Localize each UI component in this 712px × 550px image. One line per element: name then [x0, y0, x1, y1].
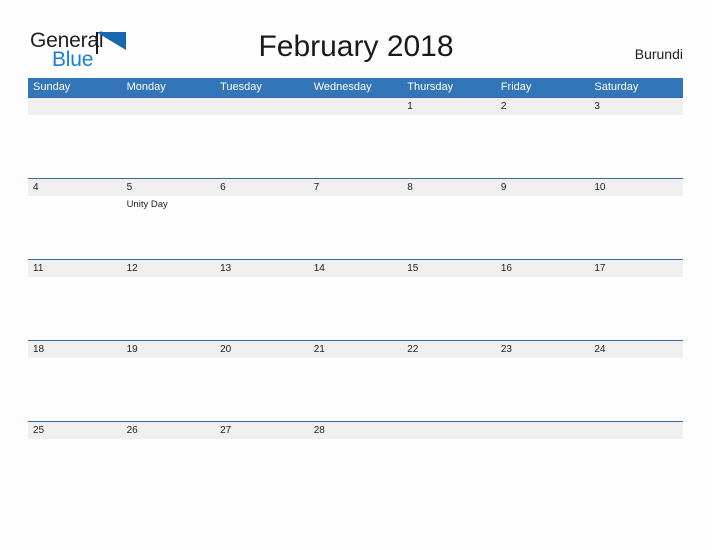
date-number-band: 11 12 13 14 15 16 17 — [28, 260, 683, 277]
date-cell[interactable] — [496, 422, 590, 439]
weekday-sunday: Sunday — [33, 81, 71, 93]
event-cell[interactable] — [28, 277, 122, 340]
calendar-week-row: 4 5 6 7 8 9 10 Unity Day — [28, 178, 683, 259]
date-cell[interactable]: 8 — [402, 179, 496, 196]
page-header: General Blue February 2018 Burundi — [0, 0, 712, 78]
date-number-band: 25 26 27 28 — [28, 422, 683, 439]
event-cell[interactable] — [309, 358, 403, 421]
event-cell[interactable] — [496, 196, 590, 259]
event-cell[interactable] — [402, 277, 496, 340]
weekday-friday: Friday — [500, 81, 532, 93]
event-cell[interactable] — [215, 358, 309, 421]
calendar-page: General Blue February 2018 Burundi Sunda… — [0, 0, 712, 550]
event-cell[interactable] — [309, 115, 403, 178]
date-cell[interactable] — [122, 98, 216, 115]
event-cell[interactable] — [496, 115, 590, 178]
event-cell[interactable] — [402, 196, 496, 259]
event-cell[interactable] — [402, 439, 496, 502]
event-cell[interactable] — [28, 196, 122, 259]
event-cell[interactable] — [496, 358, 590, 421]
event-cell[interactable] — [122, 439, 216, 502]
event-band: Unity Day — [28, 196, 683, 259]
date-cell[interactable]: 10 — [589, 179, 683, 196]
date-cell[interactable]: 24 — [589, 341, 683, 358]
event-band — [28, 358, 683, 421]
date-cell[interactable] — [28, 98, 122, 115]
event-cell[interactable] — [309, 439, 403, 502]
event-cell[interactable] — [402, 115, 496, 178]
event-cell[interactable] — [496, 277, 590, 340]
event-cell[interactable] — [402, 358, 496, 421]
event-cell[interactable] — [589, 439, 683, 502]
event-cell[interactable] — [28, 439, 122, 502]
date-cell[interactable]: 6 — [215, 179, 309, 196]
calendar-week-row: 25 26 27 28 — [28, 421, 683, 502]
date-cell[interactable] — [589, 422, 683, 439]
event-cell[interactable] — [122, 358, 216, 421]
date-cell[interactable]: 27 — [215, 422, 309, 439]
date-cell[interactable]: 16 — [496, 260, 590, 277]
weekday-wednesday: Wednesday — [313, 81, 372, 93]
event-cell[interactable] — [122, 115, 216, 178]
date-cell[interactable]: 1 — [402, 98, 496, 115]
date-cell[interactable]: 5 — [122, 179, 216, 196]
weekday-monday: Monday — [126, 81, 166, 93]
event-cell[interactable] — [309, 196, 403, 259]
event-cell[interactable] — [122, 277, 216, 340]
event-band — [28, 115, 683, 178]
event-cell[interactable] — [28, 358, 122, 421]
weekday-header-row: Sunday Monday Tuesday Wednesday Thursday… — [28, 78, 683, 97]
page-title: February 2018 — [258, 30, 454, 63]
calendar-week-row: 18 19 20 21 22 23 24 — [28, 340, 683, 421]
date-cell[interactable]: 7 — [309, 179, 403, 196]
event-cell-unity-day[interactable]: Unity Day — [122, 196, 216, 259]
event-cell[interactable] — [215, 115, 309, 178]
event-cell[interactable] — [589, 358, 683, 421]
date-cell[interactable]: 14 — [309, 260, 403, 277]
date-cell[interactable] — [402, 422, 496, 439]
date-cell[interactable]: 18 — [28, 341, 122, 358]
date-cell[interactable]: 28 — [309, 422, 403, 439]
weekday-tuesday: Tuesday — [220, 81, 262, 93]
event-cell[interactable] — [215, 196, 309, 259]
date-cell[interactable]: 4 — [28, 179, 122, 196]
date-cell[interactable]: 23 — [496, 341, 590, 358]
date-cell[interactable]: 19 — [122, 341, 216, 358]
event-band — [28, 439, 683, 502]
date-cell[interactable]: 13 — [215, 260, 309, 277]
event-band — [28, 277, 683, 340]
event-cell[interactable] — [589, 196, 683, 259]
weekday-saturday: Saturday — [594, 81, 639, 93]
date-cell[interactable] — [215, 98, 309, 115]
event-cell[interactable] — [496, 439, 590, 502]
date-cell[interactable]: 11 — [28, 260, 122, 277]
date-cell[interactable] — [309, 98, 403, 115]
calendar-week-row: 1 2 3 — [28, 97, 683, 178]
calendar-week-row: 11 12 13 14 15 16 17 — [28, 259, 683, 340]
country-label: Burundi — [634, 46, 683, 62]
date-cell[interactable]: 2 — [496, 98, 590, 115]
calendar-grid: Sunday Monday Tuesday Wednesday Thursday… — [28, 78, 683, 502]
date-number-band: 18 19 20 21 22 23 24 — [28, 341, 683, 358]
weekday-thursday: Thursday — [407, 81, 454, 93]
date-cell[interactable]: 17 — [589, 260, 683, 277]
date-number-band: 4 5 6 7 8 9 10 — [28, 179, 683, 196]
date-cell[interactable]: 25 — [28, 422, 122, 439]
event-cell[interactable] — [215, 439, 309, 502]
date-cell[interactable]: 26 — [122, 422, 216, 439]
event-cell[interactable] — [309, 277, 403, 340]
event-cell[interactable] — [589, 115, 683, 178]
date-number-band: 1 2 3 — [28, 98, 683, 115]
event-cell[interactable] — [589, 277, 683, 340]
event-cell[interactable] — [28, 115, 122, 178]
event-cell[interactable] — [215, 277, 309, 340]
date-cell[interactable]: 20 — [215, 341, 309, 358]
date-cell[interactable]: 22 — [402, 341, 496, 358]
date-cell[interactable]: 15 — [402, 260, 496, 277]
date-cell[interactable]: 21 — [309, 341, 403, 358]
date-cell[interactable]: 9 — [496, 179, 590, 196]
date-cell[interactable]: 3 — [589, 98, 683, 115]
date-cell[interactable]: 12 — [122, 260, 216, 277]
